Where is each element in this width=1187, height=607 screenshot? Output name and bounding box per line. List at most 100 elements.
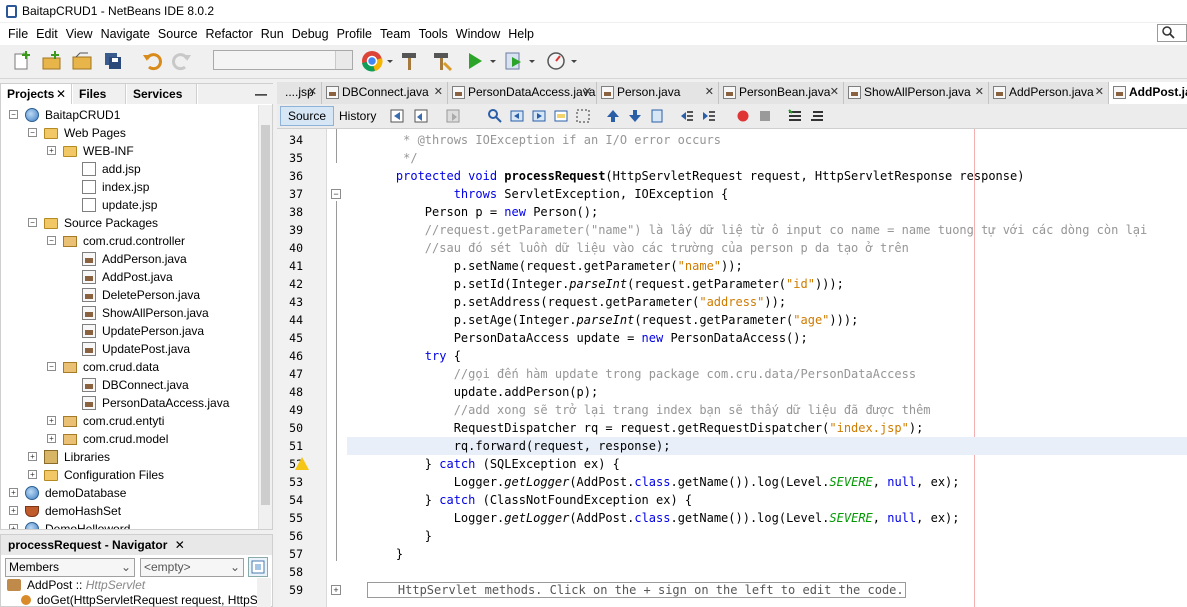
close-tab-icon[interactable]: ✕: [308, 82, 317, 103]
collapse-fold-icon[interactable]: −: [331, 189, 341, 199]
tree-node[interactable]: PersonDataAccess.java: [1, 394, 259, 412]
expand-toggle[interactable]: +: [9, 506, 18, 515]
tree-node[interactable]: + com.crud.entyti: [1, 412, 259, 430]
code-line[interactable]: p.setName(request.getParameter("name"));: [367, 257, 743, 275]
menu-navigate[interactable]: Navigate: [97, 27, 154, 41]
close-icon[interactable]: ✕: [175, 538, 185, 552]
code-line[interactable]: rq.forward(request, response);: [367, 437, 671, 455]
editor-tab[interactable]: Person.java ✕: [597, 82, 719, 104]
code-line[interactable]: RequestDispatcher rq = request.getReques…: [367, 419, 924, 437]
tree-node[interactable]: + DemoHelloword: [1, 520, 259, 529]
menu-window[interactable]: Window: [452, 27, 504, 41]
tree-node[interactable]: UpdatePerson.java: [1, 322, 259, 340]
history-view-button[interactable]: History: [331, 106, 384, 126]
tab-services[interactable]: Services: [127, 84, 197, 104]
tree-node[interactable]: AddPerson.java: [1, 250, 259, 268]
comment-icon[interactable]: [787, 108, 803, 124]
collapse-toggle[interactable]: −: [47, 236, 56, 245]
line-number-gutter[interactable]: 34 35 36 37 38 39 40 41 42 43 44 45 46 47 48 49 50 51 52 53…: [277, 129, 327, 607]
expand-toggle[interactable]: +: [28, 470, 37, 479]
tree-node[interactable]: − Source Packages: [1, 214, 259, 232]
code-line[interactable]: p.setAge(Integer.parseInt(request.getPar…: [367, 311, 859, 329]
editor-tab[interactable]: PersonBean.java ✕: [719, 82, 844, 104]
menu-source[interactable]: Source: [154, 27, 202, 41]
code-line[interactable]: p.setId(Integer.parseInt(request.getPara…: [367, 275, 844, 293]
new-file-button[interactable]: [10, 49, 34, 73]
code-line[interactable]: HttpServlet methods. Click on the + sign…: [367, 581, 906, 599]
toggle-highlight-icon[interactable]: [553, 108, 569, 124]
code-editor[interactable]: 34 35 36 37 38 39 40 41 42 43 44 45 46 47 48 49 50 51 52 53…: [277, 129, 1187, 607]
expand-toggle[interactable]: +: [47, 434, 56, 443]
scrollbar-thumb[interactable]: [261, 125, 270, 505]
expand-toggle[interactable]: +: [47, 146, 56, 155]
menu-file[interactable]: File: [4, 27, 32, 41]
expand-toggle[interactable]: +: [9, 488, 18, 497]
menu-team[interactable]: Team: [376, 27, 415, 41]
menu-tools[interactable]: Tools: [415, 27, 452, 41]
code-line[interactable]: }: [367, 527, 432, 545]
editor-tab[interactable]: ....jsp ✕: [277, 82, 322, 104]
collapse-toggle[interactable]: −: [47, 362, 56, 371]
code-line[interactable]: Logger.getLogger(AddPost.class.getName()…: [367, 473, 960, 491]
code-line[interactable]: } catch (SQLException ex) {: [367, 455, 620, 473]
menu-profile[interactable]: Profile: [333, 27, 376, 41]
open-project-button[interactable]: [70, 49, 94, 73]
profile-project-button[interactable]: [545, 49, 579, 73]
menu-refactor[interactable]: Refactor: [202, 27, 257, 41]
tree-node[interactable]: + WEB-INF: [1, 142, 259, 160]
navigator-filter-button[interactable]: [248, 557, 268, 577]
tree-node[interactable]: ShowAllPerson.java: [1, 304, 259, 322]
code-area[interactable]: * @throws IOException if an I/O error oc…: [347, 129, 1187, 607]
tree-node[interactable]: index.jsp: [1, 178, 259, 196]
menu-run[interactable]: Run: [257, 27, 288, 41]
tree-node[interactable]: + com.crud.model: [1, 430, 259, 448]
minimize-panel-button[interactable]: —: [198, 84, 273, 104]
editor-tab[interactable]: AddPerson.java ✕: [989, 82, 1109, 104]
run-project-button[interactable]: [464, 49, 498, 73]
clean-build-button[interactable]: [430, 49, 454, 73]
code-line[interactable]: //request.getParameter("name") là lấy dữ…: [367, 221, 1147, 239]
tree-node[interactable]: + Configuration Files: [1, 466, 259, 484]
source-view-button[interactable]: Source: [280, 106, 335, 126]
collapse-toggle[interactable]: −: [9, 110, 18, 119]
tree-node[interactable]: − Web Pages: [1, 124, 259, 142]
back-icon[interactable]: [414, 108, 430, 124]
expand-toggle[interactable]: +: [28, 452, 37, 461]
quick-search-field[interactable]: [1157, 24, 1187, 42]
expand-fold-icon[interactable]: +: [331, 585, 341, 595]
close-tab-icon[interactable]: ✕: [830, 82, 839, 103]
find-previous-icon[interactable]: [509, 108, 525, 124]
find-icon[interactable]: [487, 108, 503, 124]
code-line[interactable]: Person p = new Person();: [367, 203, 598, 221]
editor-tab[interactable]: ShowAllPerson.java ✕: [844, 82, 989, 104]
redo-button[interactable]: [170, 49, 194, 73]
navigator-scrollbar[interactable]: [257, 578, 271, 607]
debug-project-button[interactable]: [503, 49, 537, 73]
code-line[interactable]: } catch (ClassNotFoundException ex) {: [367, 491, 692, 509]
tree-node[interactable]: − com.crud.data: [1, 358, 259, 376]
code-line[interactable]: Logger.getLogger(AddPost.class.getName()…: [367, 509, 960, 527]
code-line[interactable]: update.addPerson(p);: [367, 383, 599, 401]
navigator-item-method[interactable]: doGet(HttpServletRequest request, HttpSe: [21, 593, 264, 607]
tree-node[interactable]: DeletePerson.java: [1, 286, 259, 304]
stop-macro-recording-icon[interactable]: [757, 108, 773, 124]
collapse-toggle[interactable]: −: [28, 218, 37, 227]
menu-edit[interactable]: Edit: [32, 27, 62, 41]
expand-toggle[interactable]: +: [47, 416, 56, 425]
members-select[interactable]: Members ⌄: [5, 558, 135, 577]
fold-margin[interactable]: [327, 129, 347, 607]
menu-view[interactable]: View: [62, 27, 97, 41]
code-line[interactable]: //gọi đến hàm update trong package com.c…: [367, 365, 916, 383]
find-next-icon[interactable]: [531, 108, 547, 124]
navigator-item-class[interactable]: AddPost :: HttpServlet: [7, 578, 145, 592]
close-tab-icon[interactable]: ✕: [975, 82, 984, 103]
tree-node[interactable]: add.jsp: [1, 160, 259, 178]
close-icon[interactable]: ✕: [56, 84, 66, 104]
code-line[interactable]: }: [367, 545, 403, 563]
save-all-button[interactable]: [101, 49, 125, 73]
code-line[interactable]: //sau đó sét luồn dữ liệu vào các trường…: [367, 239, 909, 257]
tab-files[interactable]: Files: [73, 84, 126, 104]
close-tab-icon[interactable]: ✕: [705, 82, 714, 103]
tree-node[interactable]: AddPost.java: [1, 268, 259, 286]
tab-projects[interactable]: Projects ✕: [1, 84, 72, 104]
